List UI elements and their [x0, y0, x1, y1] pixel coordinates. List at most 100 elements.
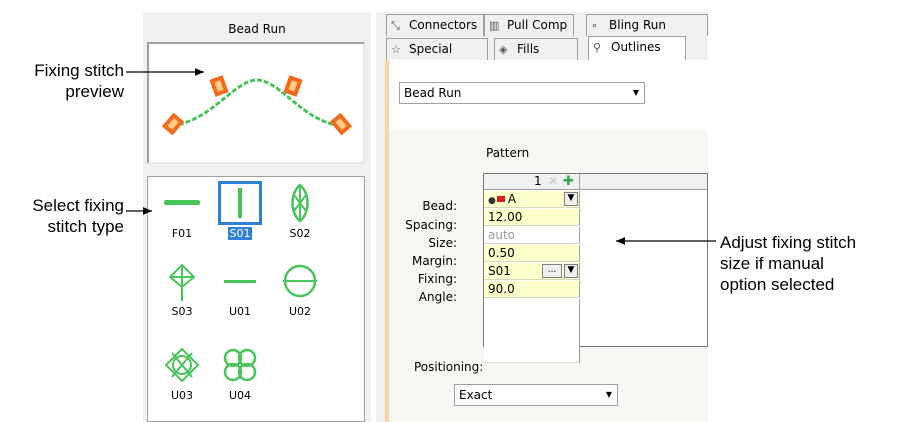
- fixing-u02[interactable]: U02: [272, 257, 328, 321]
- size-value: auto: [488, 228, 516, 242]
- fixing-label: S03: [171, 305, 193, 318]
- fixing-dropdown[interactable]: ▼: [564, 264, 578, 278]
- grid-empty-area: [484, 299, 580, 363]
- fills-icon: ◈: [499, 43, 508, 56]
- bead-label: Bead:: [422, 199, 457, 213]
- fixing-s01-icon: [218, 181, 262, 225]
- fixing-label: U02: [288, 305, 312, 318]
- tab-outlines[interactable]: ⚲ Outlines: [588, 36, 686, 62]
- bead-cell[interactable]: ● A ▼: [484, 191, 580, 208]
- pull-comp-icon: ▥: [489, 19, 500, 32]
- margin-cell[interactable]: 0.50: [484, 245, 580, 262]
- fixing-u04[interactable]: U04: [212, 341, 268, 405]
- fixing-s03-icon: [168, 263, 196, 301]
- fixing-u01-icon: [224, 280, 256, 283]
- fixing-f01[interactable]: F01: [154, 179, 210, 243]
- spacing-label: Spacing:: [405, 218, 457, 232]
- star-icon: ☆: [391, 43, 401, 56]
- pattern-label: Pattern: [486, 146, 530, 160]
- bead-icon: [329, 112, 353, 136]
- callout-line: option selected: [720, 275, 835, 294]
- tab-connectors[interactable]: ⤡ Connectors: [386, 14, 485, 36]
- tab-label: Pull Comp: [507, 18, 568, 32]
- column-header: 1 ✕ ✚: [484, 174, 580, 190]
- callout-line: Adjust fixing stitch: [720, 233, 857, 252]
- fixing-u03[interactable]: U03: [154, 341, 210, 405]
- fixing-label: U04: [228, 389, 252, 402]
- angle-cell[interactable]: 90.0: [484, 281, 580, 298]
- pattern-grid: 1 ✕ ✚ ● A ▼ 12.00 auto 0.50 S01 ... ▼ 90.…: [483, 173, 708, 363]
- fixing-label: U01: [228, 305, 252, 318]
- bead-value: A: [507, 192, 517, 206]
- bead-icon: [161, 112, 185, 136]
- fixing-s01[interactable]: S01: [212, 179, 268, 243]
- callout-adjust: Adjust fixing stitch size if manual opti…: [720, 232, 898, 295]
- fixing-label: U03: [170, 389, 194, 402]
- fixing-value: S01: [488, 264, 511, 278]
- fixing-cell[interactable]: S01 ... ▼: [484, 263, 580, 280]
- bead-icon: [283, 75, 303, 97]
- callout-line: Fixing stitch: [34, 61, 124, 80]
- fixing-s02[interactable]: S02: [272, 179, 328, 243]
- bead-swatch: [496, 196, 505, 202]
- fixing-label: S01: [227, 227, 253, 240]
- callout-line: Select fixing: [32, 196, 124, 215]
- spacing-cell[interactable]: 12.00: [484, 209, 580, 226]
- stitch-curve: [164, 78, 348, 128]
- bead-dropdown[interactable]: ▼: [564, 192, 578, 206]
- fixing-label: S02: [289, 227, 311, 240]
- angle-label: Angle:: [418, 290, 457, 304]
- tab-label: Fills: [517, 42, 540, 56]
- tab-label: Bling Run: [609, 18, 666, 32]
- angle-value: 90.0: [488, 282, 515, 296]
- select-value: Bead Run: [404, 86, 462, 100]
- column-number: 1: [534, 174, 542, 188]
- size-label: Size:: [428, 236, 457, 250]
- grid-header: 1 ✕ ✚: [484, 174, 707, 190]
- tab-bling-run[interactable]: ∘ Bling Run: [586, 14, 708, 36]
- bead-color-icon: ●: [488, 196, 496, 206]
- tab-fills[interactable]: ◈ Fills: [494, 38, 578, 60]
- callout-select: Select fixing stitch type: [0, 195, 124, 237]
- fixing-u03-icon: [164, 347, 200, 383]
- positioning-select[interactable]: Exact ▼: [454, 384, 618, 406]
- margin-label: Margin:: [411, 254, 457, 268]
- tab-pull-comp[interactable]: ▥ Pull Comp: [484, 14, 575, 36]
- callout-line: size if manual: [720, 254, 824, 273]
- bead-icon: [209, 75, 229, 97]
- panel-title: Bead Run: [228, 22, 286, 36]
- fixing-s02-icon: [291, 183, 309, 223]
- tab-label: Connectors: [409, 18, 478, 32]
- size-cell: auto: [484, 227, 580, 244]
- tab-label: Special: [409, 42, 453, 56]
- fixing-preview: [147, 42, 365, 164]
- add-column-icon[interactable]: ✚: [563, 174, 574, 189]
- fixing-u01[interactable]: U01: [212, 257, 268, 321]
- bead-run-panel: Bead Run F01 S01 S02 S03 U01 U02 U03 U04: [143, 12, 371, 422]
- fixing-s03[interactable]: S03: [154, 257, 210, 321]
- fixing-u04-icon: [223, 348, 257, 382]
- chevron-down-icon: ▼: [632, 88, 639, 97]
- fixing-label: F01: [171, 227, 193, 240]
- remove-column-icon[interactable]: ✕: [548, 174, 558, 189]
- callout-line: stitch type: [47, 217, 124, 236]
- callout-preview: Fixing stitch preview: [0, 60, 124, 102]
- fixing-u02-icon: [283, 264, 317, 298]
- spacing-value: 12.00: [488, 210, 523, 224]
- chevron-down-icon: ▼: [605, 390, 612, 399]
- positioning-label: Positioning:: [414, 360, 484, 374]
- fixing-browse-button[interactable]: ...: [542, 264, 562, 278]
- preview-graphic: [161, 75, 353, 136]
- select-value: Exact: [459, 388, 493, 402]
- connectors-icon: ⤡: [391, 19, 400, 32]
- bling-run-icon: ∘: [591, 19, 598, 32]
- fixing-f01-icon: [164, 200, 200, 205]
- stitch-type-select[interactable]: Bead Run ▼: [399, 82, 645, 104]
- stitch-type-area: Bead Run ▼: [389, 60, 708, 130]
- fixing-type-list: F01 S01 S02 S03 U01 U02 U03 U04: [147, 176, 365, 422]
- tab-label: Outlines: [611, 40, 661, 54]
- fixing-label: Fixing:: [417, 272, 457, 286]
- tab-special[interactable]: ☆ Special: [386, 38, 488, 60]
- callout-line: preview: [65, 82, 124, 101]
- outlines-icon: ⚲: [593, 41, 602, 54]
